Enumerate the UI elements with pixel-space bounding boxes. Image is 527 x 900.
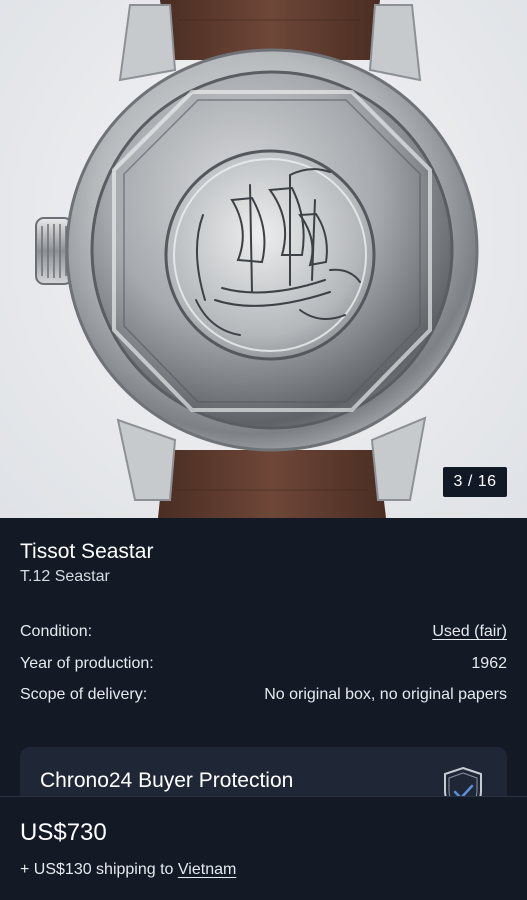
spec-row-scope: Scope of delivery: No original box, no o… bbox=[20, 683, 507, 707]
spec-label: Scope of delivery: bbox=[20, 686, 148, 703]
image-counter-badge: 3 / 16 bbox=[443, 467, 507, 497]
shipping-destination-link[interactable]: Vietnam bbox=[178, 861, 236, 878]
shipping-text: + US$130 shipping to bbox=[20, 861, 174, 878]
product-title: Tissot Seastar bbox=[20, 540, 154, 563]
condition-link[interactable]: Used (fair) bbox=[432, 623, 507, 641]
price: US$730 bbox=[20, 819, 107, 846]
spec-label: Year of production: bbox=[20, 655, 154, 672]
product-subtitle: T.12 Seastar bbox=[20, 568, 110, 585]
spec-row-condition: Condition: Used (fair) bbox=[20, 620, 507, 644]
spec-label: Condition: bbox=[20, 623, 93, 640]
product-details: Tissot Seastar T.12 Seastar Condition: U… bbox=[0, 518, 527, 837]
spec-value: No original box, no original papers bbox=[264, 686, 507, 703]
buyer-protection-title: Chrono24 Buyer Protection bbox=[40, 769, 294, 792]
shipping-info: + US$130 shipping to Vietnam bbox=[20, 861, 236, 879]
watch-caseback-image bbox=[35, 0, 479, 518]
spec-row-year: Year of production: 1962 bbox=[20, 652, 507, 676]
product-photo[interactable]: 3 / 16 bbox=[0, 0, 527, 518]
price-bar: US$730 + US$130 shipping to Vietnam bbox=[0, 796, 527, 900]
spec-value: 1962 bbox=[471, 655, 507, 672]
